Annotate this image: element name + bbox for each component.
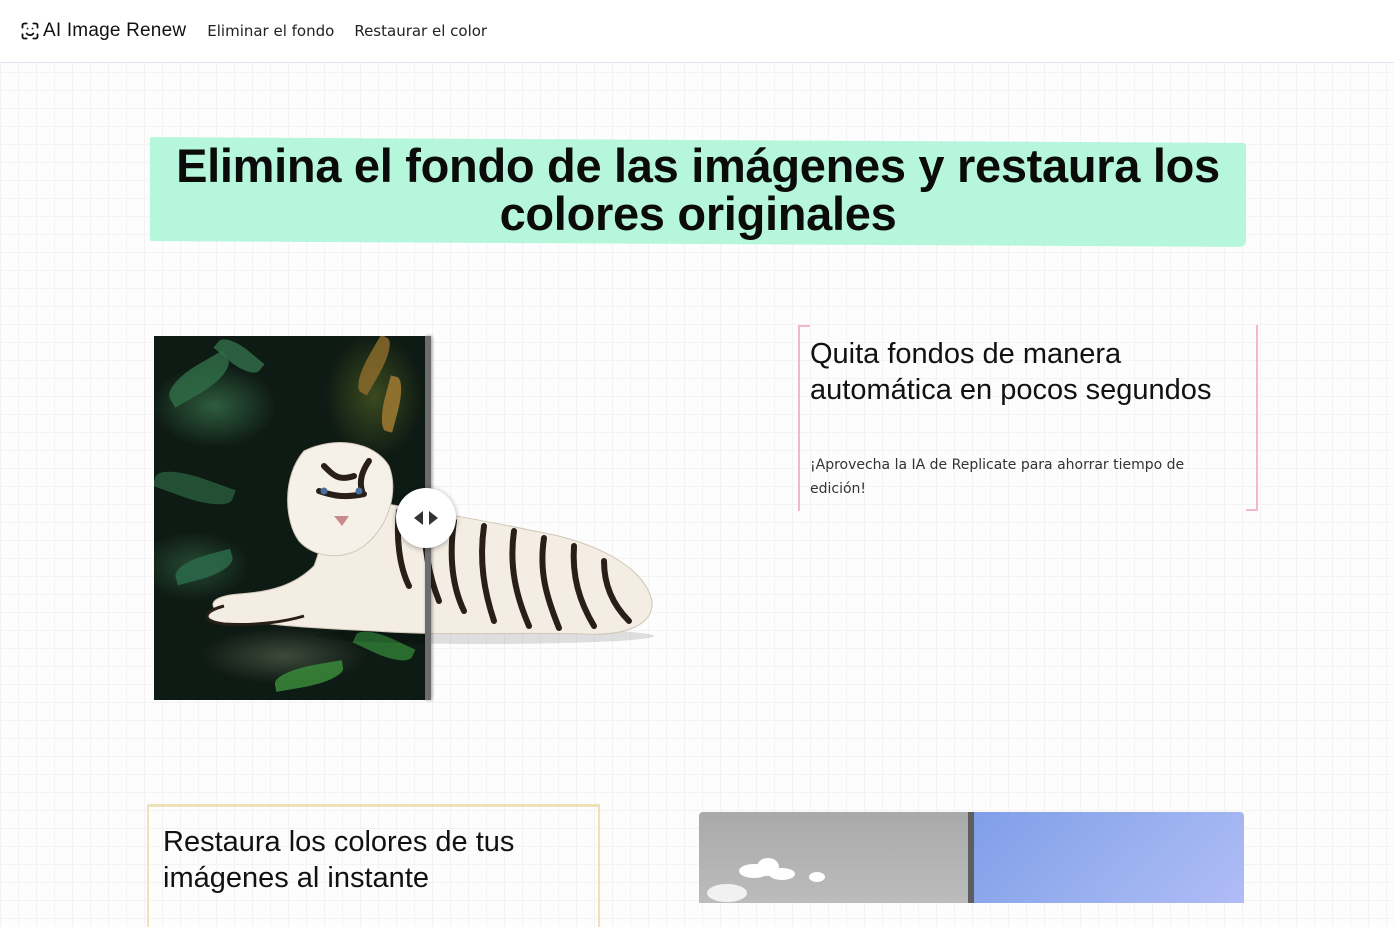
leaf-shape (162, 350, 236, 408)
hero-title-line-2: colores originales (499, 187, 897, 240)
top-navbar: AI Image Renew Eliminar el fondo Restaur… (0, 0, 1394, 63)
comparison-divider[interactable] (968, 812, 974, 903)
color-restoration-comparison[interactable] (699, 812, 1244, 903)
feature-title-restore-color: Restaura los colores de tus imágenes al … (163, 826, 515, 894)
background-removal-comparison[interactable] (154, 336, 664, 700)
feature-title-remove-background: Quita fondos de manera automática en poc… (810, 338, 1212, 406)
nav-link-restore-color[interactable]: Restaurar el color (354, 22, 487, 40)
scan-face-icon (21, 22, 39, 40)
cloud-shape (809, 872, 825, 882)
grayscale-sky-image (699, 812, 971, 903)
comparison-slider-handle[interactable] (396, 488, 456, 548)
hero-title-line-1: Elimina el fondo de las imágenes y resta… (176, 139, 1220, 192)
feature-card-remove-background: Quita fondos de manera automática en poc… (798, 325, 1258, 511)
leaf-shape (376, 375, 407, 433)
leaf-shape (272, 660, 346, 692)
nav-link-remove-background[interactable]: Eliminar el fondo (207, 22, 334, 40)
cloud-shape (707, 884, 747, 902)
color-sky-image (971, 812, 1244, 903)
feature-card-restore-color: Restaura los colores de tus imágenes al … (147, 804, 600, 927)
hero-title: Elimina el fondo de las imágenes y resta… (140, 142, 1256, 238)
left-right-arrows-icon (414, 511, 438, 525)
feature-description-remove-background: ¡Aprovecha la IA de Replicate para ahorr… (810, 457, 1185, 497)
brand-link[interactable]: AI Image Renew (20, 20, 186, 42)
cloud-shape (769, 868, 795, 880)
brand-name: AI Image Renew (43, 20, 187, 41)
